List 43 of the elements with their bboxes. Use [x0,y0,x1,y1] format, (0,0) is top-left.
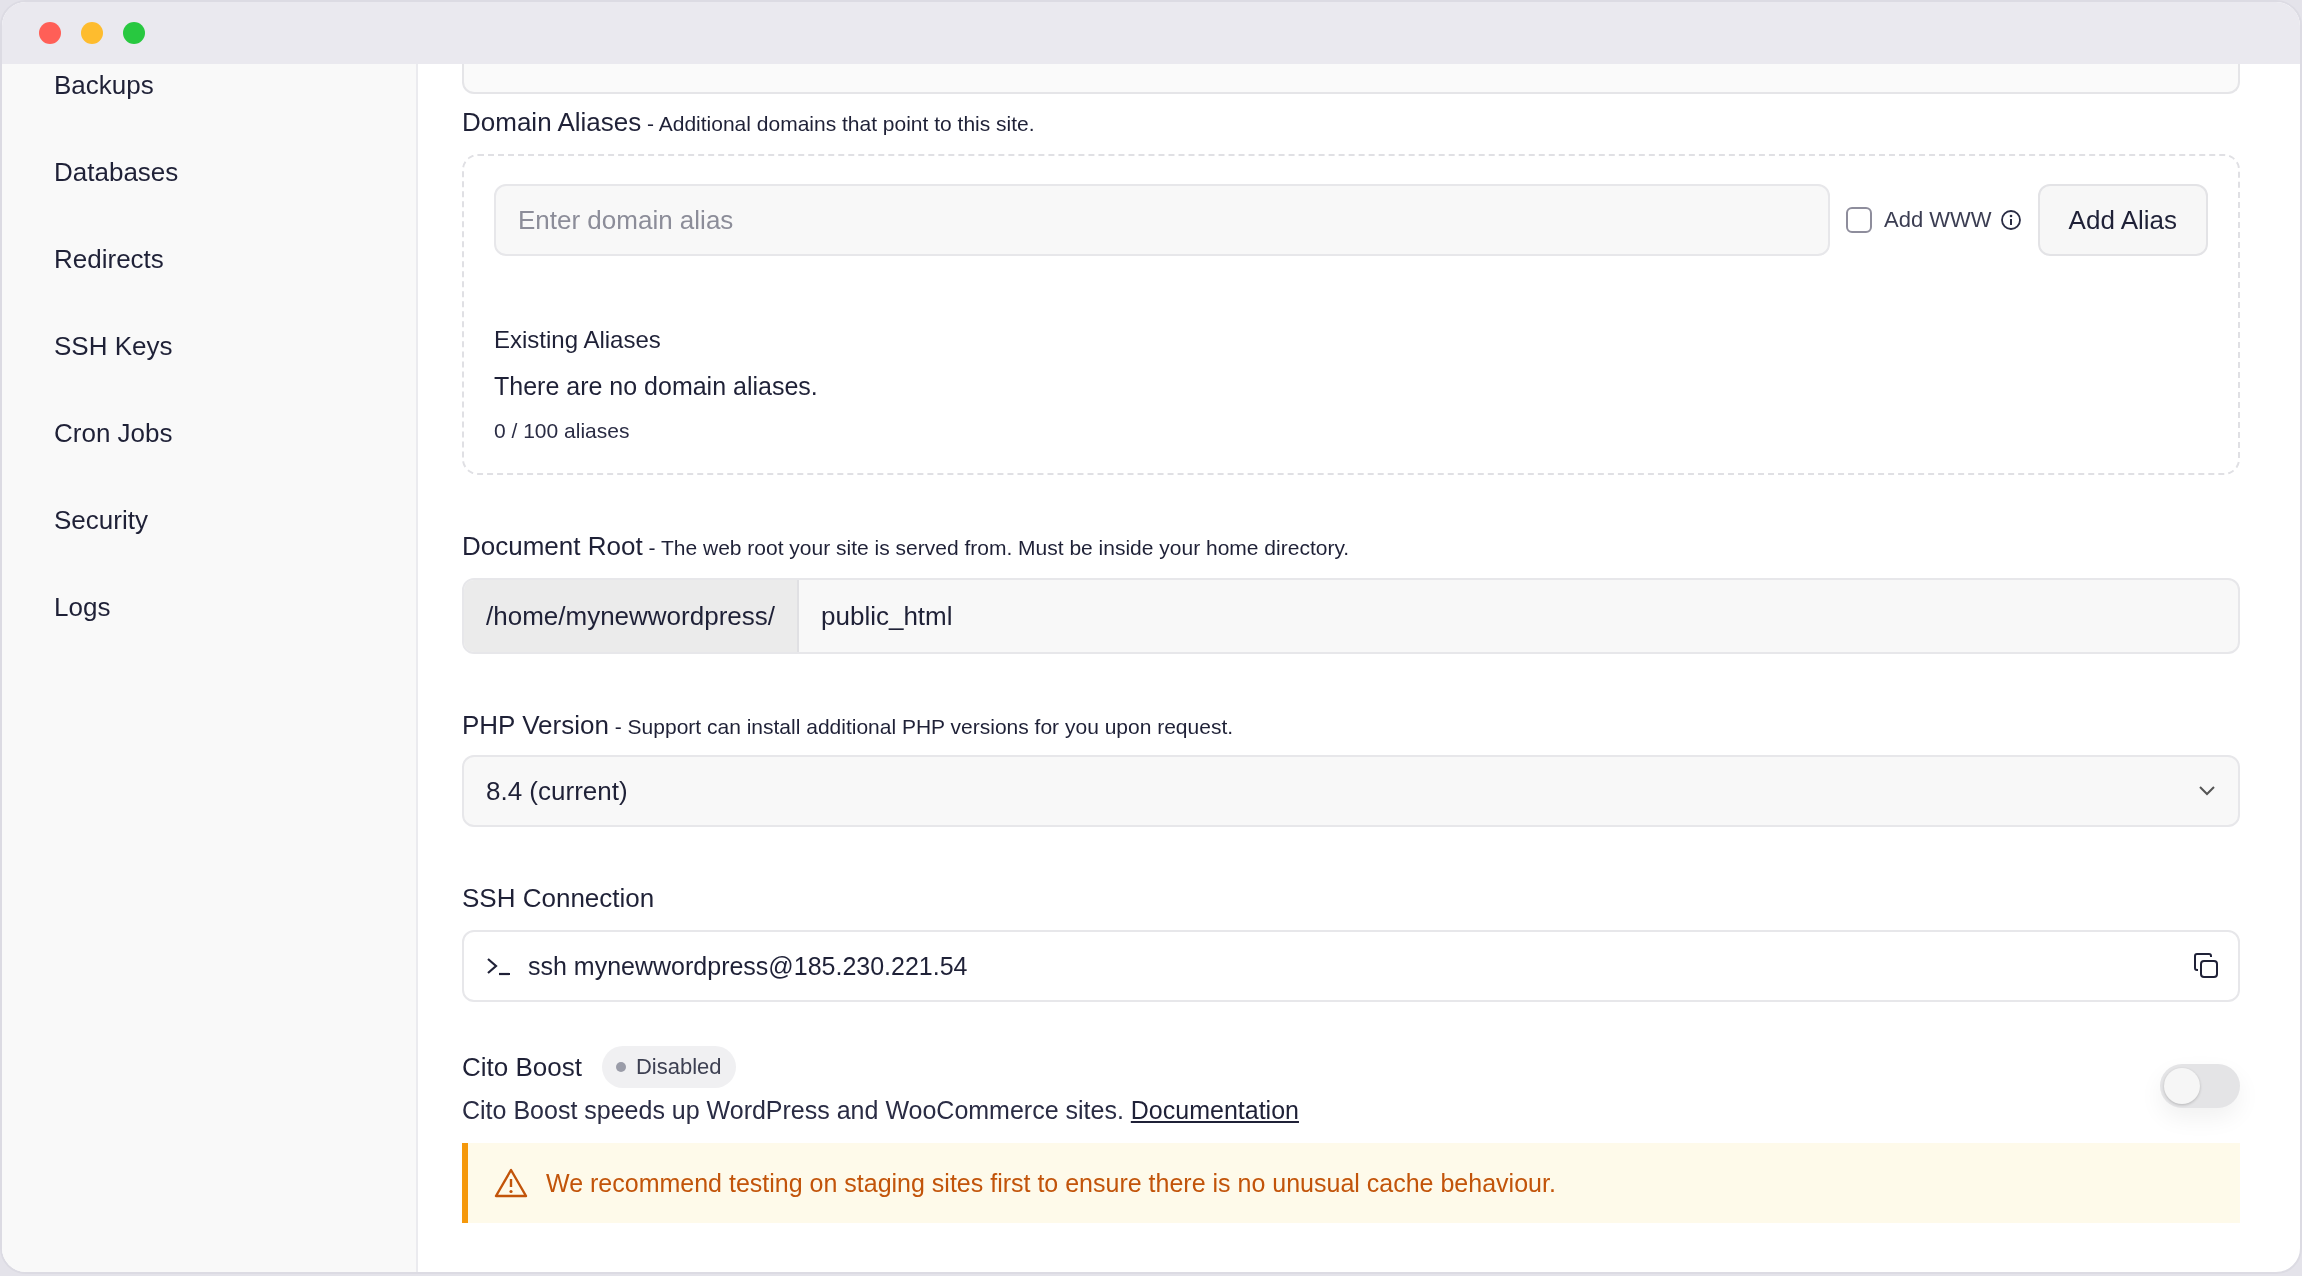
sidebar-item[interactable]: Logs [54,590,111,624]
sidebar-item[interactable]: Databases [54,155,179,189]
sidebar-item[interactable]: Backups [54,68,154,102]
checkbox[interactable] [1846,207,1873,233]
add-alias-button[interactable]: Add Alias [2037,184,2208,256]
warning-icon [494,1168,528,1198]
window-control-button[interactable] [123,22,145,44]
section-title: Domain Aliases [462,107,642,137]
section-title: Cito Boost [462,1051,582,1083]
path-prefix: /home/mynewwordpress/ [464,580,799,652]
sidebar-item[interactable]: Redirects [54,242,164,276]
sidebar-item[interactable]: Cron Jobs [54,416,173,450]
section-title: PHP Version [462,710,609,740]
section-title: SSH Connection [462,883,655,913]
warning-message: We recommend testing on staging sites first to ensure there is no unusual cache behaviour. [546,1168,1556,1198]
status-badge: Disabled [601,1046,736,1088]
alias-count: 0 / 100 aliases [494,419,631,443]
document-root-field[interactable]: /home/mynewwordpress/ public_html [462,578,2240,654]
section-description: - The web root your site is served from. Must be inside your home directory. [647,536,1350,559]
chevron-down-icon [2198,785,2216,797]
sidebar-item[interactable]: SSH Keys [54,329,173,363]
section-description: - Support can install additional PHP versions for you upon request. [613,715,1234,738]
window-control-button[interactable] [81,22,103,44]
empty-message: There are no domain aliases. [494,372,819,401]
copy-icon [2192,952,2220,980]
terminal-icon [486,956,512,976]
window-control-button[interactable] [39,22,61,44]
toggle-switch[interactable] [2160,1063,2240,1108]
section-description: - Additional domains that point to this site. [646,112,1035,135]
domain-alias-field[interactable]: Enter domain alias [494,184,1831,256]
subsection-title: Existing Aliases [494,326,662,354]
documentation-link[interactable]: Documentation [1130,1096,1299,1124]
checkbox-label: Add WWW [1884,207,1992,233]
ssh-command: ssh mynewwordpress@185.230.221.54 [528,951,969,981]
description-text: Cito Boost speeds up WordPress and WooCommerce sites. Documentation [462,1096,1299,1125]
section-title: Document Root [462,531,643,561]
php-version-select[interactable]: 8.4 (current) [462,755,2240,827]
field-value: public_html [820,599,954,633]
input-field[interactable] [462,64,2240,94]
selected-value: 8.4 (current) [486,775,628,807]
info-icon [1999,209,2022,231]
sidebar-item[interactable]: Security [54,503,148,537]
copy-button[interactable] [2192,952,2220,980]
